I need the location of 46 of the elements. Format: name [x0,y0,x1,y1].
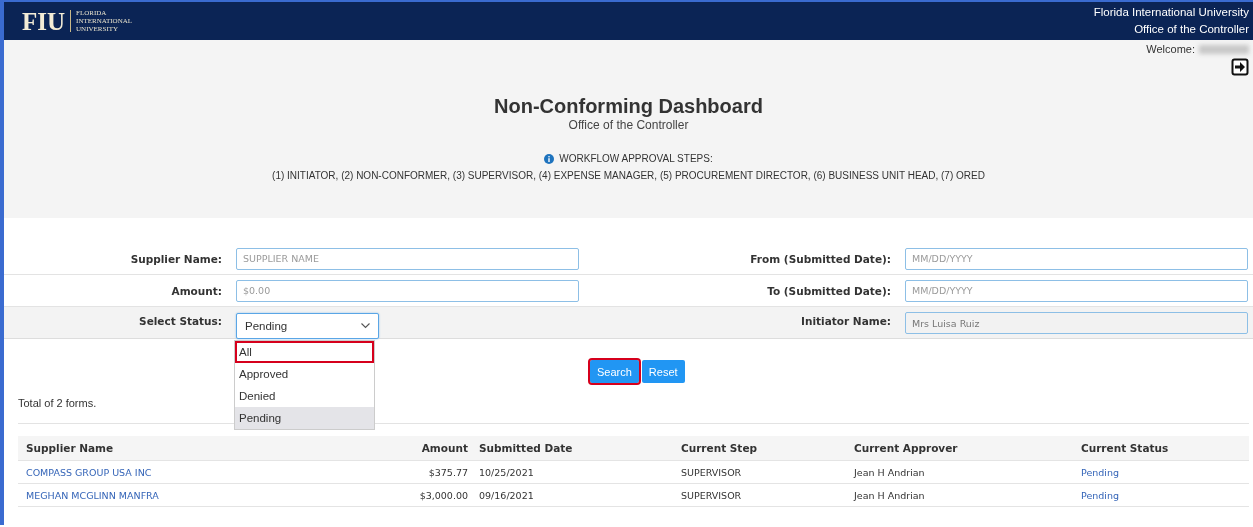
office-name: Office of the Controller [1134,22,1249,37]
input-field[interactable]: SUPPLIER NAME [236,247,579,270]
dropdown-option[interactable]: Pending [235,407,374,429]
table-cell-text: Jean H Andrian [854,466,926,478]
column-header: Current Approver [854,442,959,454]
workflow-heading: WORKFLOW APPROVAL STEPS: [559,153,713,164]
input-field[interactable]: $0.00 [236,279,579,302]
column-header: Supplier Name [26,442,115,454]
total-count: Total of 2 forms. [18,397,98,409]
column-header: Amount [420,442,468,454]
field-label: Initiator Name: [800,315,891,327]
supplier-link[interactable]: COMPASS GROUP USA INC [26,466,371,478]
supplier-link[interactable]: MEGHAN MCGLINN MANFRA [26,489,371,501]
date-field[interactable]: MM/DD/YYYY [905,247,1248,270]
field-label: To (Submitted Date): [766,284,891,297]
dropdown-option[interactable]: All [235,341,374,363]
chevron-icon [361,323,370,329]
status-link[interactable]: Pending [1081,489,1249,501]
dropdown-option[interactable]: Denied [235,385,374,407]
field-label: Amount: [170,284,222,297]
column-header: Current Status [1081,442,1170,454]
table-cell-text: 09/16/2021 [478,489,535,501]
welcome-label: Welcome: [1146,43,1195,55]
logo-mark: FIU [22,8,66,34]
status-link[interactable]: Pending [1081,466,1249,478]
field-label: Select Status: [138,315,222,327]
status-dropdown[interactable]: Pending [236,313,379,339]
date-field[interactable]: MM/DD/YYYY [905,279,1248,302]
logout-icon[interactable] [1231,58,1249,76]
column-header: Submitted Date [478,442,574,454]
organization-name: Florida International University [1093,5,1249,20]
dropdown-option[interactable]: Approved [235,363,374,385]
table-cell-text: $3,000.00 [418,489,468,501]
table-cell-text: Jean H Andrian [854,489,926,501]
info-icon [544,153,555,164]
field-label: From (Submitted Date): [749,252,891,265]
redacted-name [1199,44,1249,54]
table-cell-text: SUPERVISOR [681,466,743,478]
table-cell-text: 10/25/2021 [478,466,535,478]
column-header: Current Step [681,442,759,454]
workflow-steps: (1) INITIATOR, (2) NON-CONFORMER, (3) SUPERVISOR, (4) EXPENSE MANAGER, (5) PROCUREMENT DIRECTOR, (6) BUSINESS UNIT HEAD, (7) ORED [272,170,985,181]
table-cell-text: SUPERVISOR [681,489,743,501]
page-subtitle: Office of the Controller [568,118,689,132]
page-title: Non-Conforming Dashboard [494,95,763,118]
field-label: Supplier Name: [129,252,222,265]
table-cell-text: $375.77 [427,466,468,478]
